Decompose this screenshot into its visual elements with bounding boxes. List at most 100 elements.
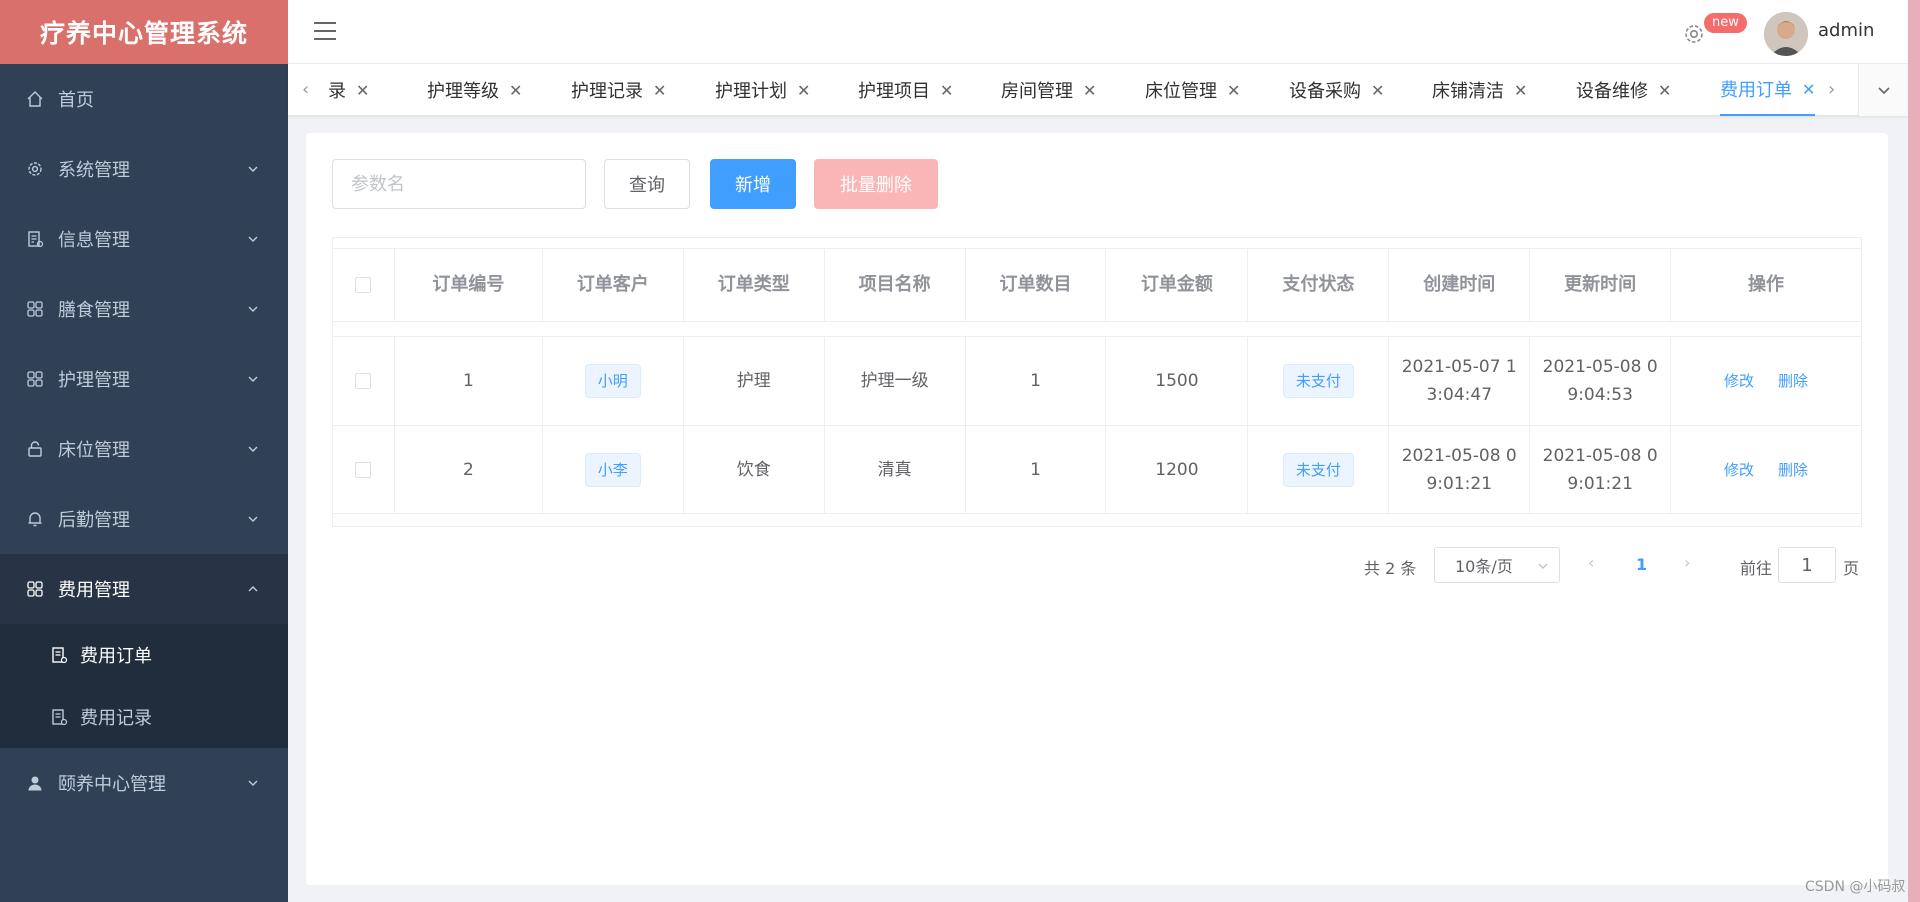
tags-scroll-left-icon[interactable]: ‹: [302, 81, 316, 99]
tag-equipment-repair[interactable]: 设备维修 ✕: [1576, 64, 1671, 116]
hamburger-menu-icon[interactable]: [314, 22, 336, 42]
row-checkbox[interactable]: [355, 461, 372, 478]
sidebar-subitem-fee-records[interactable]: 费用记录: [0, 686, 288, 748]
avatar[interactable]: [1764, 12, 1808, 56]
tag-bed-cleaning[interactable]: 床铺清洁 ✕: [1432, 64, 1527, 116]
close-icon[interactable]: ✕: [1658, 81, 1671, 100]
cell-created-time: 2021-05-07 13:04:47: [1389, 337, 1531, 425]
tag-fee-orders[interactable]: 费用订单 ✕: [1720, 64, 1816, 116]
sidebar-item-home[interactable]: 首页: [0, 64, 288, 134]
close-icon[interactable]: ✕: [940, 81, 953, 100]
tag-label: 床位管理: [1145, 81, 1217, 102]
delete-link[interactable]: 删除: [1778, 456, 1808, 484]
scrollbar[interactable]: [1908, 0, 1920, 902]
sidebar-item-logistics[interactable]: 后勤管理: [0, 484, 288, 554]
tags-scroll-right-icon[interactable]: ›: [1828, 81, 1842, 99]
search-input[interactable]: [332, 159, 586, 209]
table-row: 2 小李 饮食 清真 1 1200 未支付 2021-05-08 09:01:2…: [333, 426, 1861, 514]
column-header: 订单客户: [543, 249, 684, 321]
tag-label: 护理记录: [571, 81, 643, 102]
settings-gear-icon[interactable]: [1682, 22, 1706, 46]
goto-page-input[interactable]: [1778, 547, 1836, 583]
tag-label: 床铺清洁: [1432, 81, 1504, 102]
sidebar-item-system[interactable]: 系统管理: [0, 134, 288, 204]
add-button[interactable]: 新增: [710, 159, 796, 209]
column-header: 支付状态: [1248, 249, 1390, 321]
tag-nursing-record[interactable]: 护理记录 ✕: [571, 64, 666, 116]
created-time-text: 2021-05-07 13:04:47: [1401, 357, 1517, 405]
goto-suffix: 页: [1843, 559, 1860, 578]
goto-label: 前往: [1740, 559, 1773, 578]
tag-label: 护理项目: [858, 81, 930, 102]
document-gear-icon: [48, 644, 70, 666]
tag-nursing-level[interactable]: 护理等级 ✕: [427, 64, 522, 116]
sidebar-item-bed[interactable]: 床位管理: [0, 414, 288, 484]
row-checkbox[interactable]: [355, 373, 372, 389]
tag-nursing-prev[interactable]: 录 ✕: [328, 64, 369, 116]
sidebar-item-label: 护理管理: [58, 370, 130, 391]
sidebar-item-elderly-center[interactable]: 颐养中心管理: [0, 748, 288, 818]
cell-payment-status: 未支付: [1248, 426, 1390, 513]
sidebar-item-label: 信息管理: [58, 230, 130, 251]
close-icon[interactable]: ✕: [1083, 81, 1096, 100]
page-size-value: 10条/页: [1455, 557, 1513, 576]
chevron-down-icon: [1538, 563, 1548, 569]
cell-payment-status: 未支付: [1248, 337, 1390, 425]
sidebar-item-fees[interactable]: 费用管理: [0, 554, 288, 624]
customer-tag: 小明: [584, 364, 641, 398]
delete-link[interactable]: 删除: [1778, 367, 1808, 395]
tag-label: 房间管理: [1001, 81, 1073, 102]
tag-label: 护理计划: [715, 81, 787, 102]
tag-equipment-purchase[interactable]: 设备采购 ✕: [1289, 64, 1384, 116]
tags-dropdown-button[interactable]: [1858, 64, 1908, 116]
cell-actions: 修改 删除: [1671, 337, 1861, 425]
username[interactable]: admin: [1818, 20, 1874, 41]
prev-page-icon[interactable]: ‹: [1588, 553, 1594, 572]
edit-link[interactable]: 修改: [1724, 456, 1754, 484]
chevron-down-icon: [248, 376, 258, 382]
select-all-checkbox[interactable]: [355, 277, 372, 293]
tag-room-management[interactable]: 房间管理 ✕: [1001, 64, 1096, 116]
close-icon[interactable]: ✕: [653, 81, 666, 100]
close-icon[interactable]: ✕: [1371, 81, 1384, 100]
customer-tag: 小李: [584, 452, 641, 487]
tag-nursing-project[interactable]: 护理项目 ✕: [858, 64, 953, 116]
page-number[interactable]: 1: [1636, 555, 1647, 574]
close-icon[interactable]: ✕: [1227, 81, 1240, 100]
close-icon[interactable]: ✕: [356, 81, 369, 100]
column-header: 订单类型: [684, 249, 825, 321]
table-row: 1 小明 护理 护理一级 1 1500 未支付 2021-05-07 13:04…: [333, 336, 1861, 426]
edit-link[interactable]: 修改: [1724, 367, 1754, 395]
chevron-down-icon: [248, 166, 258, 172]
sidebar-item-meal[interactable]: 膳食管理: [0, 274, 288, 344]
chevron-down-icon: [248, 236, 258, 242]
new-badge: new: [1704, 13, 1747, 33]
sidebar-subitem-fee-orders[interactable]: 费用订单: [0, 624, 288, 686]
tag-nursing-plan[interactable]: 护理计划 ✕: [715, 64, 810, 116]
batch-delete-button[interactable]: 批量删除: [814, 159, 938, 209]
close-icon[interactable]: ✕: [509, 81, 522, 100]
column-header: 订单数目: [966, 249, 1107, 321]
sidebar: 疗养中心管理系统 首页 系统管理 信息管理 膳食管理 护理管理 床位管理 后勤管…: [0, 0, 288, 902]
cell-order-type: 护理: [684, 337, 825, 425]
sidebar-subitem-label: 费用订单: [80, 646, 152, 667]
query-button[interactable]: 查询: [604, 159, 690, 209]
close-icon[interactable]: ✕: [797, 81, 810, 100]
tag-bed-management[interactable]: 床位管理 ✕: [1145, 64, 1240, 116]
close-icon[interactable]: ✕: [1514, 81, 1527, 100]
document-icon: [24, 228, 46, 250]
close-icon[interactable]: ✕: [1802, 80, 1815, 99]
next-page-icon[interactable]: ›: [1684, 553, 1690, 572]
created-time-text: 2021-05-08 09:01:21: [1401, 445, 1517, 494]
app-title: 疗养中心管理系统: [0, 0, 288, 64]
cell-project-name: 护理一级: [825, 337, 966, 425]
sidebar-item-label: 膳食管理: [58, 300, 130, 321]
sidebar-item-info[interactable]: 信息管理: [0, 204, 288, 274]
column-header: 创建时间: [1389, 249, 1531, 321]
chevron-down-icon: [248, 306, 258, 312]
sidebar-item-nursing[interactable]: 护理管理: [0, 344, 288, 414]
sidebar-item-label: 颐养中心管理: [58, 774, 166, 795]
page-size-select[interactable]: 10条/页: [1434, 547, 1560, 583]
cell-created-time: 2021-05-08 09:01:21: [1389, 426, 1531, 513]
watermark: CSDN @小码叔: [1805, 879, 1906, 895]
